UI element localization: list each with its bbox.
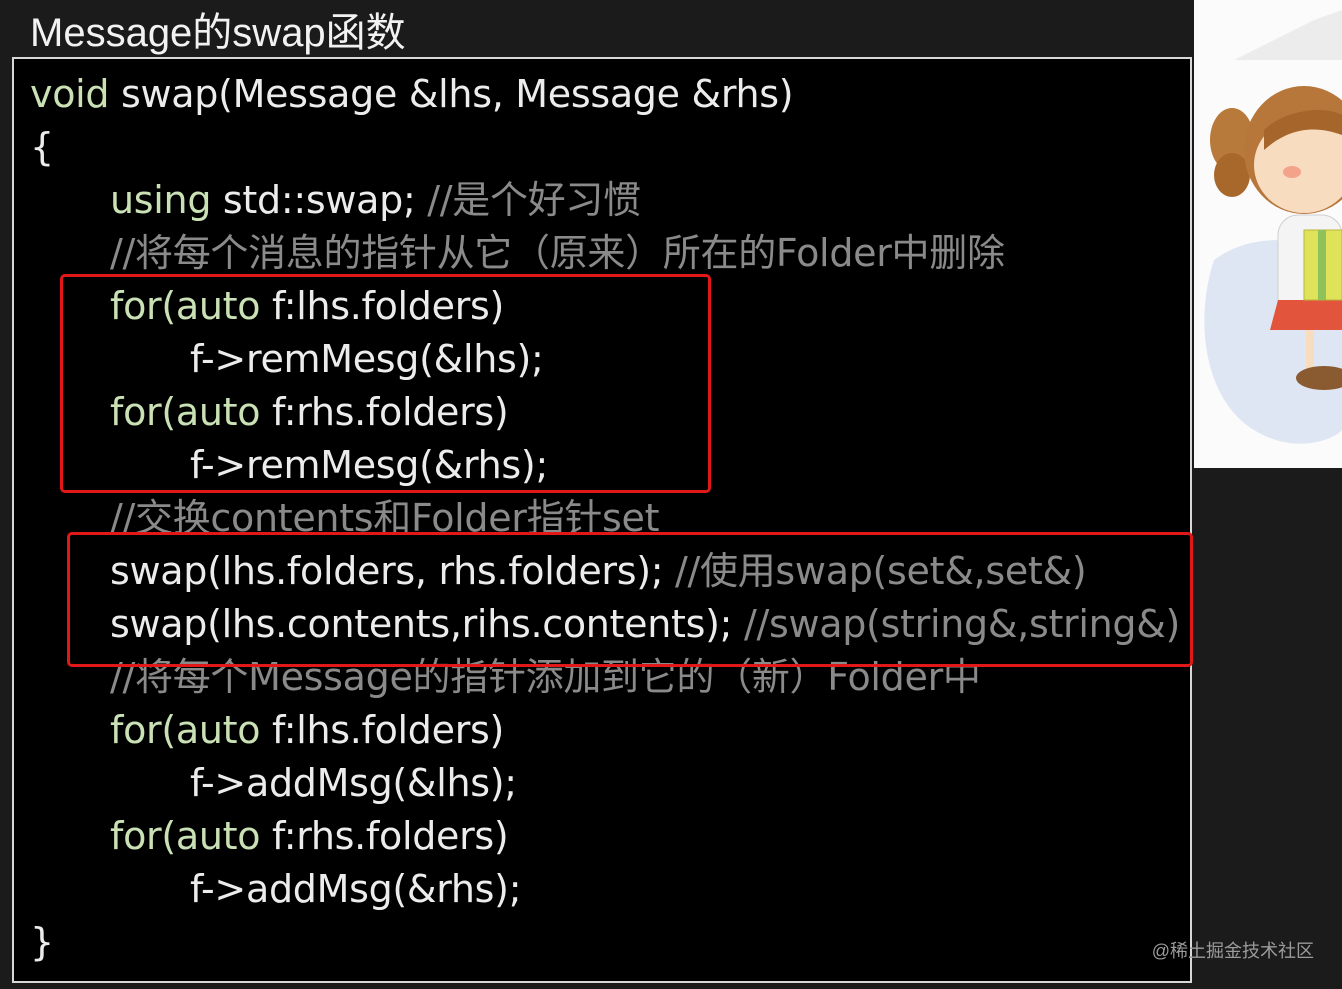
keyword-for-auto: for(auto: [110, 814, 261, 858]
cartoon-girl-illustration: [1204, 10, 1342, 444]
code-line-addmsg-rhs: f->addMsg(&rhs);: [190, 867, 522, 911]
code-line-close-brace: }: [30, 920, 54, 964]
using-comment: //是个好习惯: [427, 178, 641, 222]
highlight-box-remove-loops: [60, 274, 711, 493]
keyword-using: using: [110, 178, 212, 222]
watermark: @稀土掘金技术社区: [1151, 941, 1314, 961]
code-line-addmsg-lhs: f->addMsg(&lhs);: [190, 761, 517, 805]
code-line-function-signature: void swap(Message &lhs, Message &rhs): [30, 68, 794, 121]
highlight-box-swap-calls: [67, 532, 1193, 667]
using-text: std::swap;: [211, 178, 428, 222]
code-line-comment-remove: //将每个消息的指针从它（原来）所在的Folder中删除: [110, 231, 1005, 275]
code-panel: void swap(Message &lhs, Message &rhs) { …: [12, 57, 1193, 983]
for-text: f:lhs.folders): [260, 708, 505, 752]
keyword-for-auto: for(auto: [110, 708, 261, 752]
cartoon-girl-image: [1194, 0, 1342, 468]
code-line-using: using std::swap; //是个好习惯: [110, 174, 641, 227]
for-text: f:rhs.folders): [260, 814, 509, 858]
code-line-open-brace: {: [30, 125, 54, 169]
keyword-void: void: [30, 72, 110, 116]
signature-text: swap(Message &lhs, Message &rhs): [109, 72, 794, 116]
code-line-for-rhs-add: for(auto f:rhs.folders): [110, 810, 509, 863]
slide-title: Message的swap函数: [30, 11, 406, 55]
code-line-for-lhs-add: for(auto f:lhs.folders): [110, 704, 504, 757]
